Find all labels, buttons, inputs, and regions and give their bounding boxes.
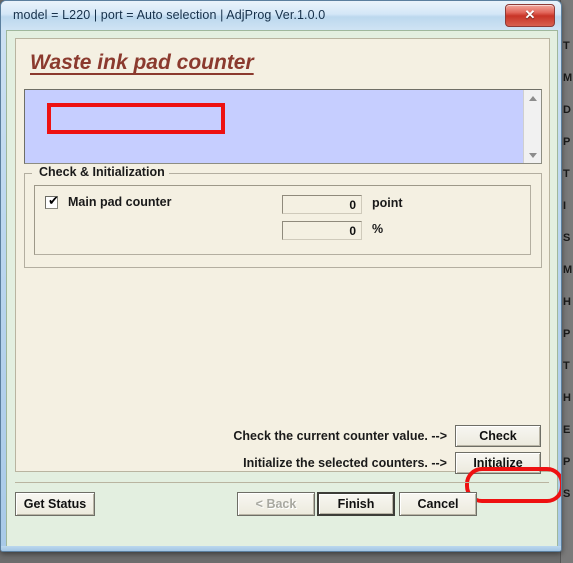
main-pad-counter-label: Main pad counter [68,195,172,209]
check-button[interactable]: Check [455,425,541,447]
initialize-button[interactable]: Initialize [455,452,541,474]
background-window-text: P [563,456,571,468]
window-titlebar[interactable]: model = L220 | port = Auto selection | A… [1,1,561,30]
background-window-text: S [563,488,571,500]
wizard-page: Waste ink pad counter Check & Initializa… [15,38,561,503]
background-window-text: E [563,424,571,436]
window-title: model = L220 | port = Auto selection | A… [13,8,326,22]
scroll-down-arrow-icon[interactable] [524,147,541,163]
background-window-text: H [563,392,571,404]
groupbox-border-left [24,173,32,174]
close-button[interactable]: ✕ [505,4,555,27]
check-action-caption: Check the current counter value. --> [233,429,447,443]
background-window-text: S [563,232,571,244]
log-listbox-content[interactable] [25,90,524,163]
background-window-text: M [563,264,573,276]
cancel-button[interactable]: Cancel [399,492,477,516]
background-window-text: T [563,168,570,180]
scroll-up-arrow-icon[interactable] [524,90,541,106]
footer-divider [15,482,549,483]
background-window-text: P [563,136,571,148]
main-pad-counter-checkbox[interactable]: ✔ Main pad counter [45,195,171,209]
log-listbox-scrollbar[interactable] [523,90,541,163]
back-button: < Back [237,492,315,516]
checkmark-icon: ✔ [48,193,59,209]
point-unit-label: point [372,196,403,210]
checkbox-box[interactable]: ✔ [45,193,59,209]
get-status-button[interactable]: Get Status [15,492,95,516]
initialize-action-caption: Initialize the selected counters. --> [243,456,447,470]
adjprog-dialog-window: model = L220 | port = Auto selection | A… [0,0,562,552]
background-window-text: D [563,104,571,116]
close-icon: ✕ [524,7,536,22]
finish-button[interactable]: Finish [317,492,395,516]
background-window-text: T [563,360,570,372]
percent-unit-label: % [372,222,384,236]
background-window-text: I [563,200,567,212]
main-pad-point-field[interactable] [282,195,362,214]
dialog-client-area: Waste ink pad counter Check & Initializa… [6,30,561,548]
groupbox-label: Check & Initialization [35,165,169,179]
log-listbox[interactable] [24,89,542,164]
background-window-text: M [563,72,573,84]
page-title: Waste ink pad counter [30,51,254,74]
background-window-text: H [563,296,571,308]
main-pad-percent-field[interactable] [282,221,362,240]
window-bottom-frame [1,546,561,551]
counters-panel: ✔ Main pad counter point % [34,185,531,255]
check-initialization-groupbox: Check & Initialization ✔ Main pad counte… [24,165,542,268]
background-window-text: T [563,40,570,52]
background-window-text: P [563,328,571,340]
groupbox-border-right [158,173,542,174]
